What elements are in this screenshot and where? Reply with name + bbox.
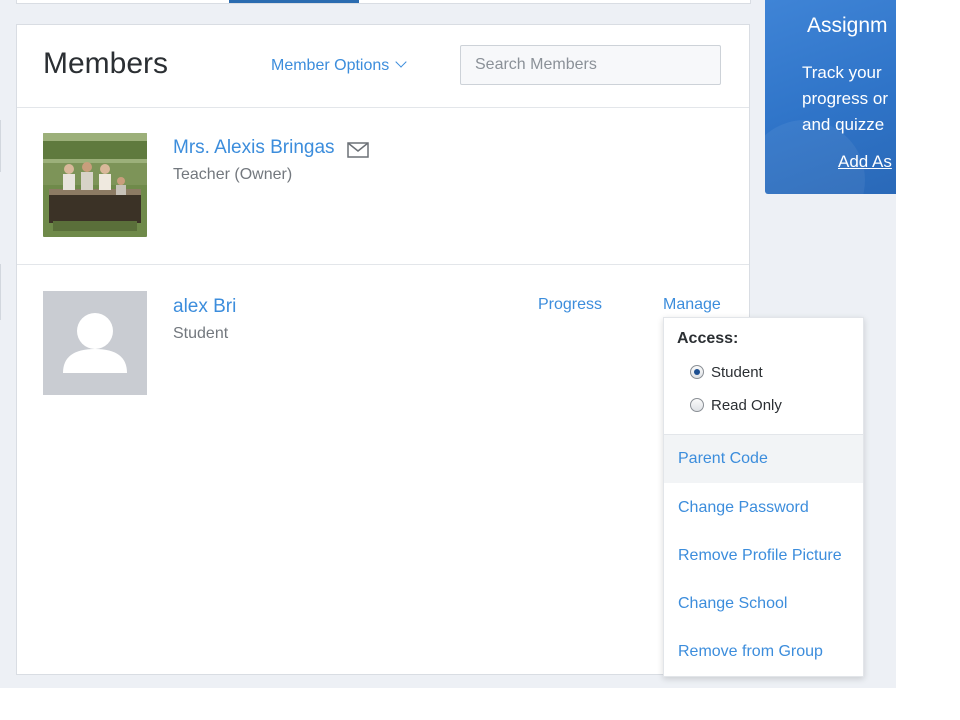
menu-item-change-school[interactable]: Change School bbox=[664, 580, 863, 628]
active-tab-indicator[interactable] bbox=[229, 0, 359, 3]
access-option-read-only[interactable]: Read Only bbox=[690, 397, 782, 414]
menu-item-remove-profile-picture[interactable]: Remove Profile Picture bbox=[664, 532, 863, 580]
search-members-input[interactable] bbox=[460, 45, 721, 85]
member-name-link[interactable]: alex Bri bbox=[173, 296, 236, 318]
menu-item-parent-code[interactable]: Parent Code bbox=[664, 435, 863, 483]
access-label: Access: bbox=[677, 330, 739, 347]
manage-link[interactable]: Manage bbox=[663, 296, 721, 314]
access-option-label: Student bbox=[711, 364, 763, 381]
add-assignment-link[interactable]: Add As bbox=[838, 152, 892, 172]
members-card: Members Member Options Search Members Mr… bbox=[16, 24, 750, 675]
radio-unselected-icon[interactable] bbox=[690, 398, 704, 413]
mail-icon[interactable] bbox=[347, 142, 369, 163]
left-divider bbox=[0, 120, 1, 172]
page-title: Members bbox=[43, 47, 169, 80]
default-avatar-icon[interactable] bbox=[43, 291, 147, 395]
promo-title: Assignm bbox=[807, 14, 888, 37]
access-option-label: Read Only bbox=[711, 397, 782, 414]
member-name-link[interactable]: Mrs. Alexis Bringas bbox=[173, 137, 335, 159]
radio-selected-icon[interactable] bbox=[690, 365, 704, 380]
teacher-avatar-photo[interactable] bbox=[43, 133, 147, 237]
member-options-label: Member Options bbox=[271, 57, 390, 74]
member-role: Student bbox=[173, 325, 229, 342]
menu-item-remove-from-group[interactable]: Remove from Group bbox=[664, 628, 863, 676]
top-tabs-card bbox=[16, 0, 751, 4]
progress-link[interactable]: Progress bbox=[538, 296, 602, 314]
assignments-promo-card: Assignm Track your progress or and quizz… bbox=[765, 0, 896, 194]
member-row-teacher: Mrs. Alexis Bringas Teacher (Owner) bbox=[17, 108, 749, 265]
left-divider bbox=[0, 264, 1, 320]
member-options-dropdown[interactable]: Member Options bbox=[271, 56, 407, 75]
member-role: Teacher (Owner) bbox=[173, 166, 293, 183]
chevron-down-icon bbox=[395, 56, 407, 68]
members-header: Members Member Options bbox=[17, 25, 749, 108]
promo-body: Track your progress or and quizze bbox=[802, 63, 888, 134]
access-option-student[interactable]: Student bbox=[690, 364, 763, 381]
menu-item-change-password[interactable]: Change Password bbox=[664, 484, 863, 532]
manage-dropdown-menu: Access: Student Read Only Parent Code Ch… bbox=[663, 317, 864, 677]
